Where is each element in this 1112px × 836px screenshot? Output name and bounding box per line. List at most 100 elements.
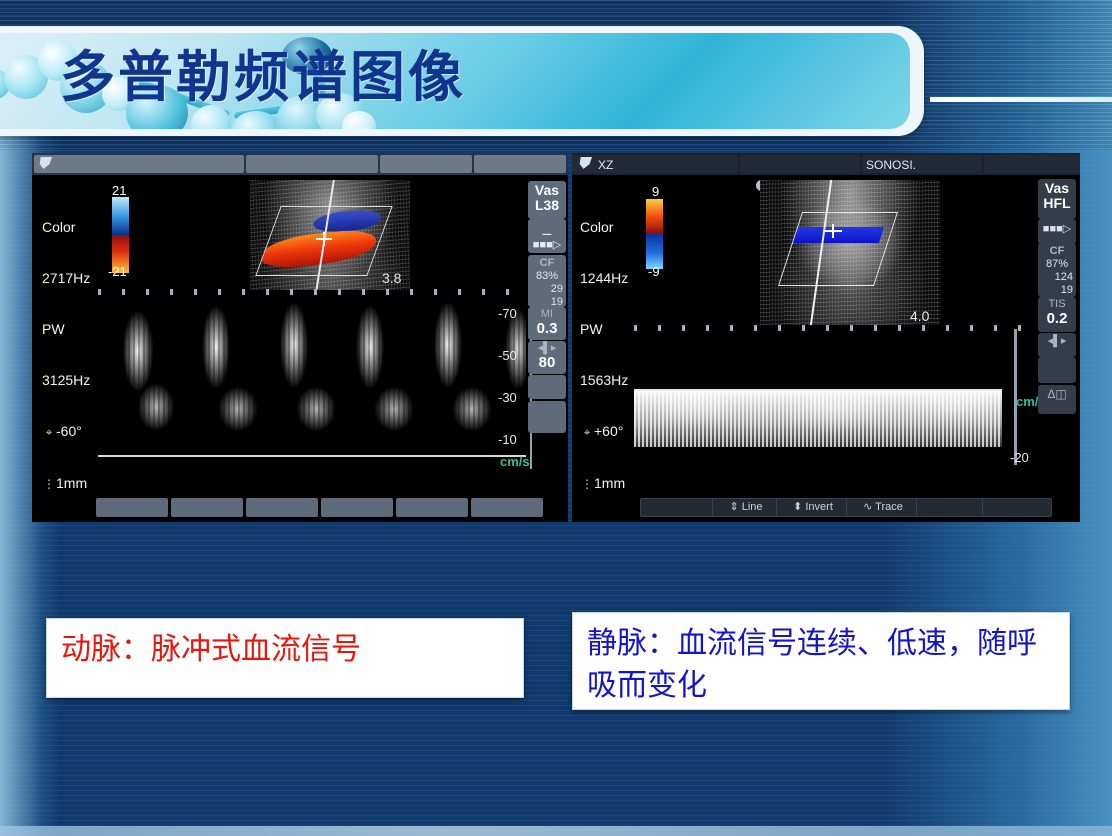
left-panel-mi[interactable]: MI 0.3 (528, 307, 566, 340)
left-spectrum-noise (98, 303, 526, 463)
right-bottom-button-trace-label: Trace (875, 501, 903, 513)
left-bottom-button[interactable] (246, 498, 318, 517)
left-panel-depth[interactable]: ◂▌▸ 80 (528, 341, 566, 374)
left-spectrum-baseline (98, 455, 526, 457)
left-colorbar (112, 197, 129, 273)
left-gate-size: 1mm (56, 475, 88, 491)
caption-vein: 静脉：血流信号连续、低速，随呼吸而变化 (572, 612, 1070, 710)
left-colorbar-bottom-label: -21 (108, 264, 127, 279)
right-colorbar-top-label: 9 (652, 184, 660, 199)
sonosite-logo-icon: ⛊ (38, 155, 50, 172)
right-angle: +60° (594, 423, 624, 439)
left-panel-depth-value: 80 (538, 354, 556, 371)
right-ultrasound-image: ⛊ XZ SONOSI. Color 1244Hz PW 1563Hz ⌖ +60… (572, 153, 1080, 522)
left-flow-red (256, 226, 380, 272)
right-panel-blank[interactable] (1038, 357, 1076, 383)
right-bottom-button-invert[interactable]: ⬍ Invert (776, 498, 850, 517)
right-scan-info: Color 1244Hz PW 1563Hz ⌖+60° ⋮1mm ▱+15° (580, 185, 628, 522)
left-depth-tickrow (98, 289, 548, 295)
left-panel-exam[interactable]: Vas L38 (528, 181, 566, 219)
right-scan-topseg-4 (984, 155, 1080, 173)
left-bottom-button[interactable] (96, 498, 168, 517)
left-flow-blue (310, 208, 384, 234)
right-panel-gain-percent: 87% (1045, 258, 1069, 270)
right-colorbar (646, 199, 663, 269)
right-panel-calc[interactable]: Δ◫ (1038, 385, 1076, 414)
left-bottom-button[interactable] (321, 498, 393, 517)
right-panel-index-value: 0.2 (1046, 310, 1068, 327)
trace-curve-icon: ∿ (863, 501, 873, 513)
left-pw-prf: 3125Hz (42, 372, 91, 388)
invert-arrows-icon: ⬍ (793, 501, 803, 513)
calc-delta-icon: Δ◫ (1047, 387, 1067, 401)
left-scan-topseg-3 (380, 155, 472, 173)
right-bottom-button-line-label: Line (741, 501, 763, 513)
left-color-prf: 2717Hz (42, 270, 91, 286)
right-panel-exam-label: Vas (1044, 180, 1070, 196)
left-velocity-tick: -30 (498, 390, 517, 405)
left-panel-blank-1[interactable] (528, 375, 566, 399)
right-panel-param-1: 124 (1054, 271, 1073, 283)
right-velocity-tick: -20 (1010, 450, 1029, 465)
left-ultrasound-image: ⛊ Color 2717Hz PW 3125Hz ⌖-60° ⋮1mm ▱-15… (32, 153, 568, 522)
left-panel-probe[interactable]: ⚊ ■■■▷ (528, 219, 566, 253)
right-panel-param-2: 19 (1060, 284, 1073, 296)
right-bottom-button[interactable] (916, 498, 986, 517)
right-pw-label: PW (580, 321, 603, 337)
left-velocity-tick: -10 (498, 432, 517, 447)
right-scan-topseg-2 (740, 155, 860, 173)
left-bottom-button[interactable] (171, 498, 243, 517)
battery-icon: ■■■▷ (532, 239, 562, 251)
right-panel-tis[interactable]: TIS 0.2 (1038, 297, 1076, 332)
right-bottom-button-line[interactable]: ⇕ Line (712, 498, 780, 517)
left-scan-topseg-1 (34, 155, 244, 173)
sonosite-logo-icon: ⛊ (578, 155, 590, 172)
right-color-label: Color (580, 219, 614, 235)
right-machine-label: SONOSI. (866, 158, 917, 172)
right-gate-size: 1mm (594, 475, 626, 491)
left-spectrum-waveform (98, 303, 526, 463)
caption-artery: 动脉：脉冲式血流信号 (46, 618, 524, 698)
left-pw-label: PW (42, 321, 65, 337)
left-scan-info: Color 2717Hz PW 3125Hz ⌖-60° ⋮1mm ▱-15° (42, 185, 90, 522)
left-scan-topseg-4 (474, 155, 566, 173)
right-panel-battery[interactable]: ■■■▷ (1038, 219, 1076, 244)
left-bottom-button[interactable] (396, 498, 468, 517)
right-bottom-button[interactable] (982, 498, 1052, 517)
right-spectrum-waveform (634, 383, 1002, 455)
page-title: 多普勒频谱图像 (60, 44, 467, 109)
right-panel-depth[interactable]: ◂▌▸ (1038, 333, 1076, 357)
gate-size-icon: ⋮ (581, 477, 593, 491)
left-panel-exam-preset: L38 (534, 197, 560, 213)
left-colorbar-top-label: 21 (112, 183, 127, 198)
slide-bottom-edge (0, 826, 1112, 836)
left-panel-exam-label: Vas (534, 182, 560, 198)
right-sample-gate-icon (832, 224, 834, 238)
left-panel-blank-2[interactable] (528, 401, 566, 433)
gate-size-icon: ⋮ (43, 477, 55, 491)
right-panel-gain[interactable]: CF 87% 124 19 (1038, 243, 1076, 297)
right-spectrum-modulation (634, 391, 1002, 447)
right-bottom-button-trace[interactable]: ∿ Trace (846, 498, 920, 517)
right-patient-id: XZ (598, 158, 614, 172)
right-bottom-button-invert-label: Invert (805, 501, 833, 513)
battery-icon: ■■■▷ (1042, 223, 1072, 235)
right-depth-value: 4.0 (910, 308, 930, 324)
left-velocity-unit: cm/s (500, 454, 530, 469)
right-depth-tickrow (634, 325, 1054, 331)
left-velocity-tick: -50 (498, 348, 517, 363)
left-color-label: Color (42, 219, 76, 235)
right-bottom-button[interactable] (640, 498, 716, 517)
header-underline (930, 97, 1112, 102)
left-bottom-button[interactable] (471, 498, 543, 517)
right-panel-exam-preset: HFL (1043, 195, 1071, 211)
right-panel-exam[interactable]: Vas HFL (1038, 179, 1076, 219)
cf-icon: CF (539, 257, 555, 269)
left-velocity-tick: -70 (498, 306, 517, 321)
right-scan-topseg-1 (572, 155, 738, 173)
left-angle: -60° (56, 423, 82, 439)
left-panel-gain[interactable]: CF 83% 29 19 (528, 255, 566, 308)
left-sample-gate-icon (323, 232, 325, 246)
right-colorbar-bottom-label: -9 (648, 264, 660, 279)
left-scan-topseg-2 (246, 155, 378, 173)
